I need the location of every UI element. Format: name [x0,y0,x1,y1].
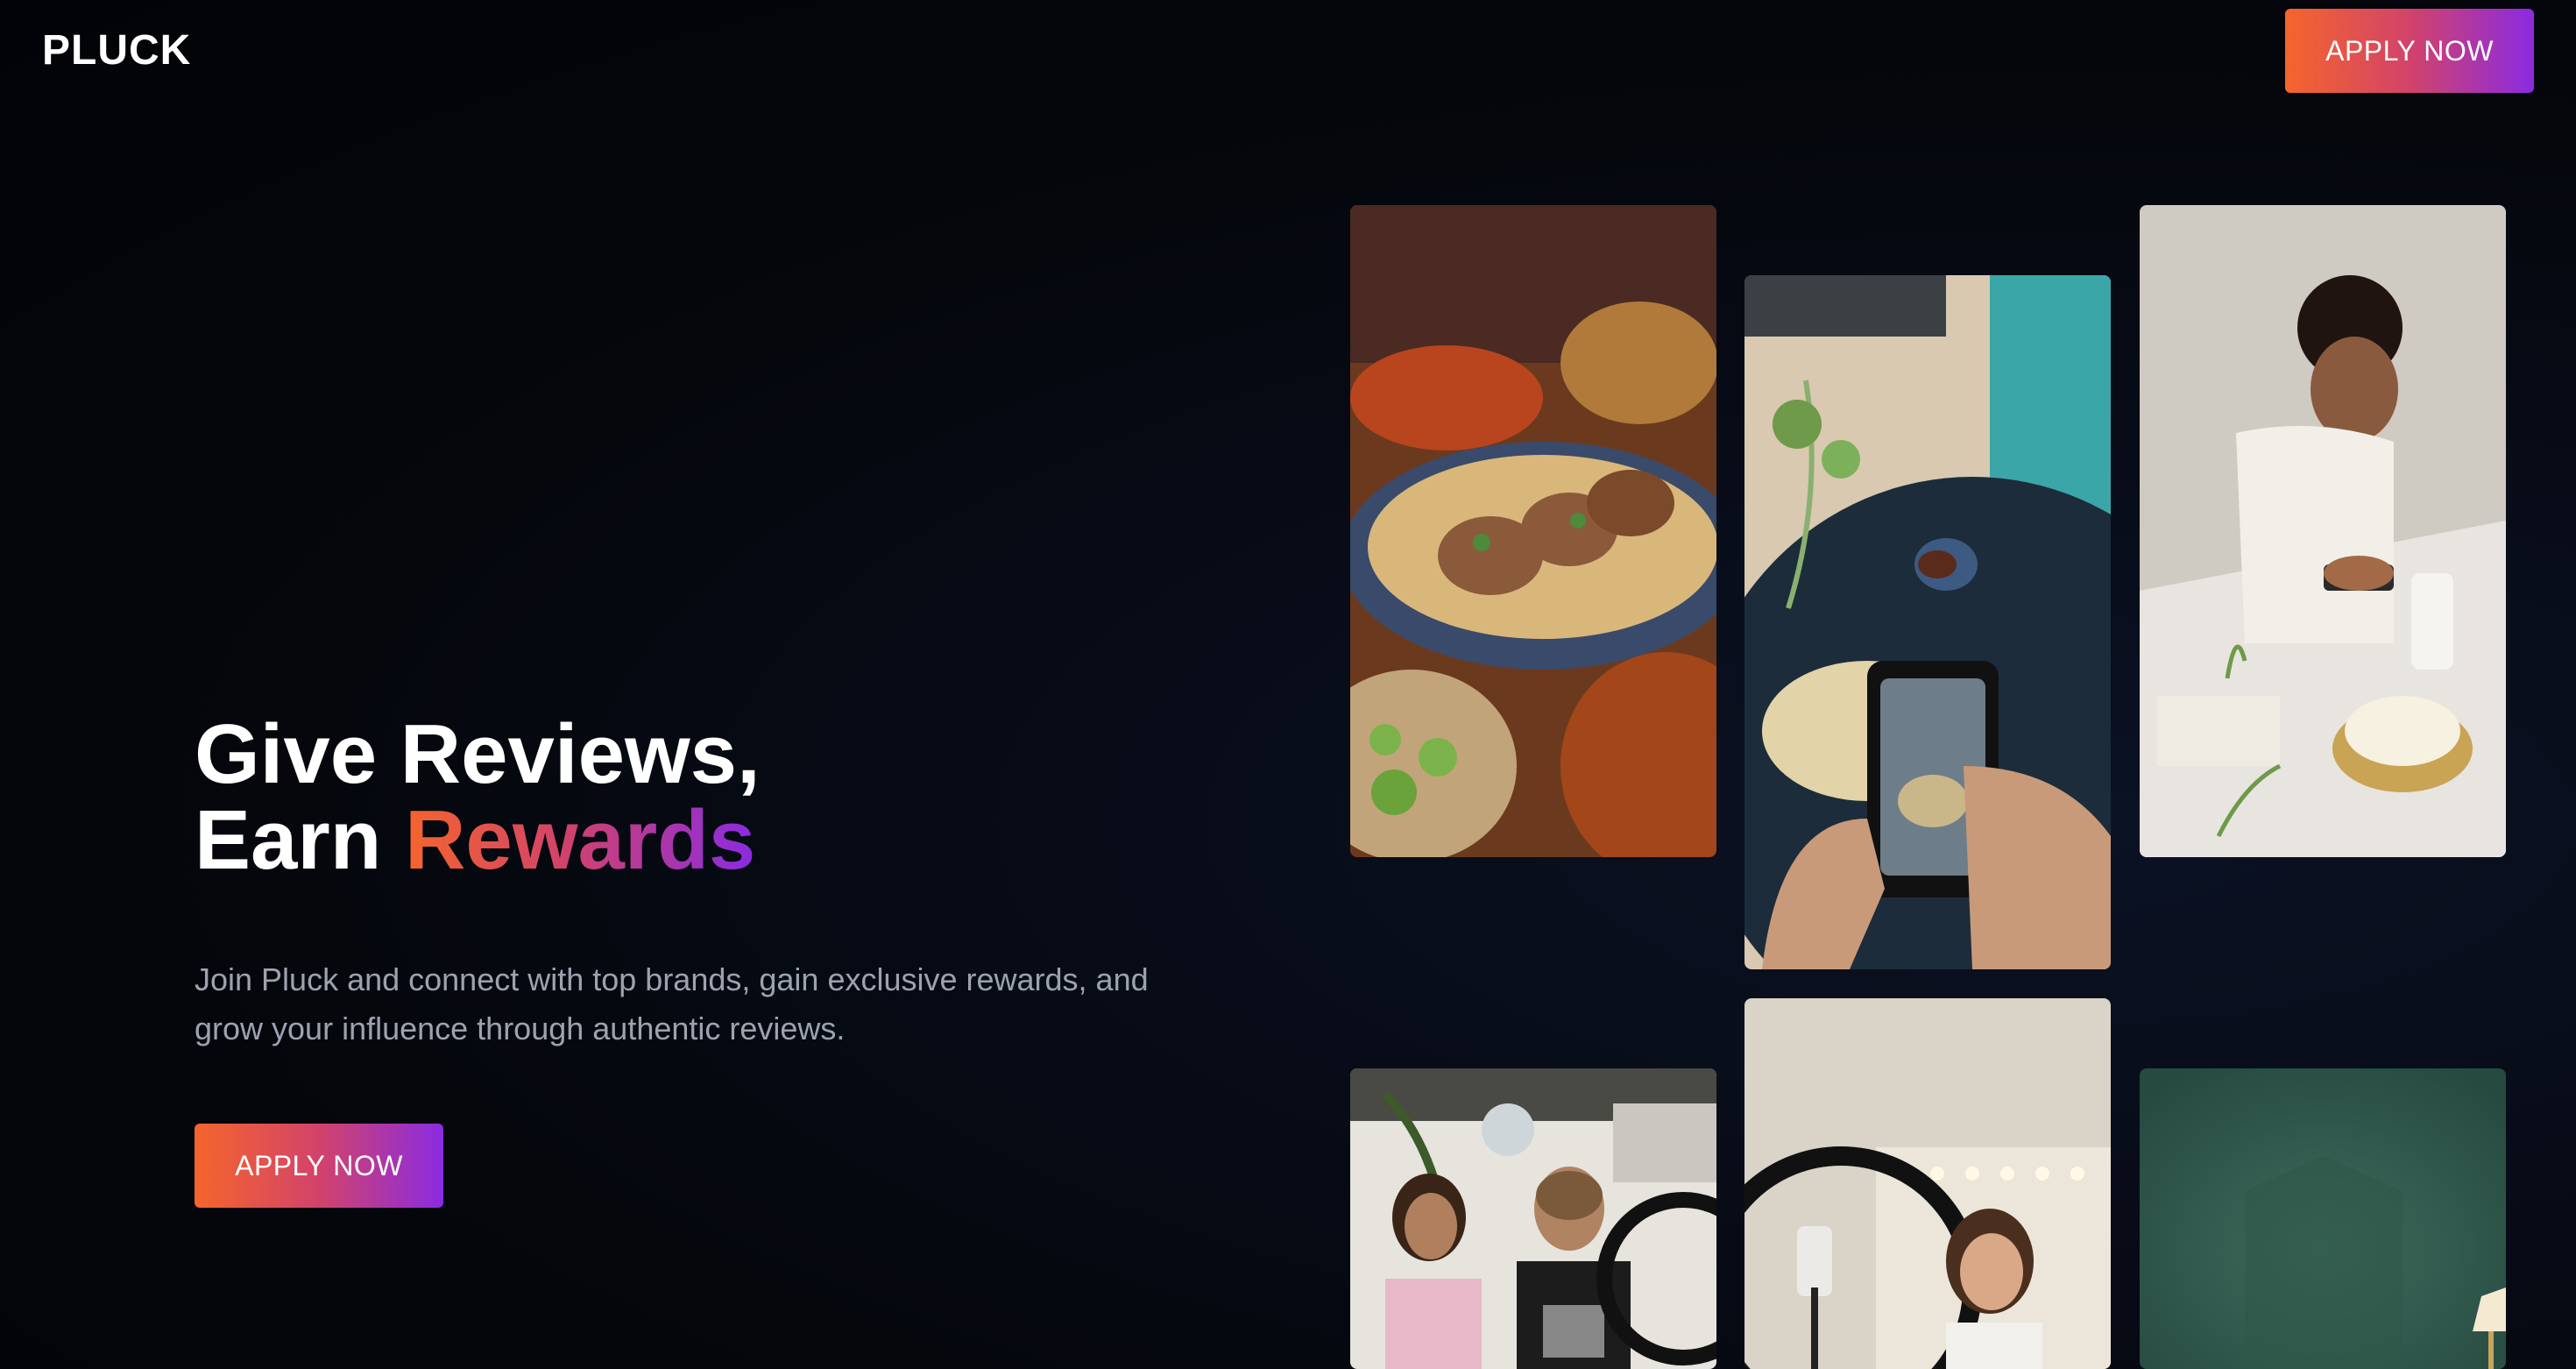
hero-title-line1: Give Reviews, [195,707,761,801]
woman-photographing-cake-photo [2140,205,2506,857]
hero-apply-button[interactable]: APPLY NOW [195,1124,443,1208]
hero-description: Join Pluck and connect with top brands, … [195,961,1149,1046]
green-wall-lamp-photo [2140,1068,2506,1369]
logo[interactable]: PLUCK [42,26,191,74]
friends-ring-light-photo [1350,1068,1716,1369]
header-apply-button[interactable]: APPLY NOW [2285,9,2534,93]
woman-ring-light-photo [1744,998,2111,1369]
tacos-photo [1350,205,1716,857]
phone-coffee-photo [1744,275,2111,969]
hero-title-line2-prefix: Earn [195,793,406,887]
hero-title-accent: Rewards [405,793,756,887]
hero-title: Give Reviews, Earn Rewards [195,712,761,883]
landing-page: PLUCK APPLY NOW Give Reviews, Earn Rewar… [0,0,2576,1369]
